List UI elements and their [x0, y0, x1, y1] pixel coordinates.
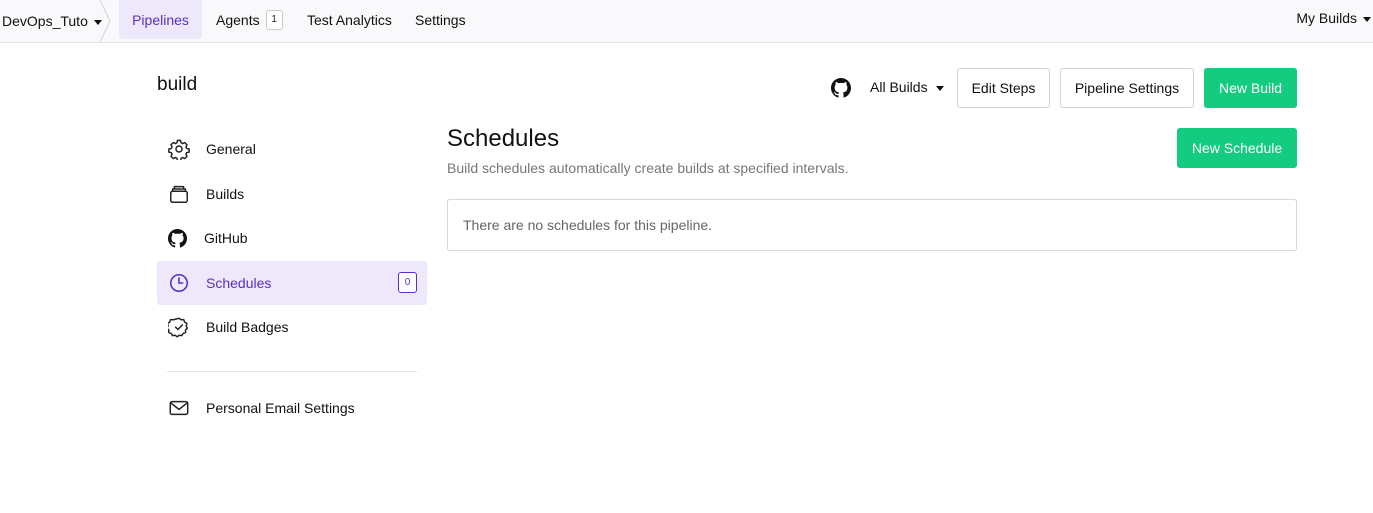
pipeline-settings-button[interactable]: Pipeline Settings — [1060, 68, 1194, 108]
edit-steps-button[interactable]: Edit Steps — [957, 68, 1050, 108]
empty-state-message: There are no schedules for this pipeline… — [463, 217, 713, 233]
my-builds-dropdown[interactable]: My Builds — [1296, 0, 1371, 36]
nav-tab-label: Test Analytics — [307, 11, 392, 28]
org-name: DevOps_Tuto — [2, 13, 88, 29]
builds-stack-icon — [170, 185, 188, 203]
sidebar-divider — [167, 371, 417, 372]
github-icon — [168, 229, 187, 248]
sidebar-item-label: Personal Email Settings — [206, 400, 355, 416]
clock-icon — [169, 273, 189, 293]
sidebar-item-schedules[interactable]: Schedules 0 — [157, 261, 427, 305]
nav-tab-label: Settings — [415, 11, 466, 28]
nav-tab-pipelines[interactable]: Pipelines — [119, 0, 202, 39]
sidebar-item-label: General — [206, 141, 256, 157]
sidebar-item-label: GitHub — [204, 230, 248, 246]
pipeline-title: build — [157, 74, 198, 95]
sidebar-item-general[interactable]: General — [157, 127, 427, 171]
nav-tab-test-analytics[interactable]: Test Analytics — [307, 0, 392, 39]
chevron-down-icon — [1363, 16, 1371, 22]
sidebar-item-label: Schedules — [206, 275, 272, 291]
nav-tab-agents[interactable]: Agents 1 — [216, 0, 283, 39]
sidebar-item-build-badges[interactable]: Build Badges — [157, 305, 427, 349]
new-build-button[interactable]: New Build — [1204, 68, 1297, 108]
nav-tab-settings[interactable]: Settings — [415, 0, 466, 39]
org-switcher[interactable]: DevOps_Tuto — [2, 0, 102, 42]
github-icon[interactable] — [831, 78, 851, 98]
agents-count-badge: 1 — [265, 9, 283, 30]
page-title: Schedules — [447, 125, 560, 152]
sidebar-item-label: Builds — [206, 186, 245, 202]
envelope-icon — [169, 400, 189, 416]
sidebar-item-builds[interactable]: Builds — [157, 172, 427, 216]
gear-icon — [168, 139, 190, 160]
new-schedule-button[interactable]: New Schedule — [1177, 128, 1297, 168]
all-builds-filter-dropdown[interactable]: All Builds — [870, 69, 944, 105]
nav-tab-label: Pipelines — [132, 11, 189, 28]
page-description: Build schedules automatically create bui… — [447, 160, 849, 176]
chevron-down-icon — [935, 85, 944, 91]
my-builds-label: My Builds — [1296, 10, 1357, 26]
sidebar-item-personal-email-settings[interactable]: Personal Email Settings — [157, 386, 427, 430]
breadcrumb-separator-icon — [99, 0, 111, 42]
schedules-count-badge: 0 — [398, 272, 417, 293]
all-builds-label: All Builds — [870, 79, 928, 95]
top-navigation-bar: DevOps_Tuto Pipelines Agents 1 Test Anal… — [0, 0, 1373, 43]
sidebar-item-github[interactable]: GitHub — [157, 216, 427, 260]
sidebar-item-label: Build Badges — [206, 319, 289, 335]
badge-check-icon — [168, 317, 188, 338]
nav-tab-label: Agents — [216, 11, 260, 28]
empty-schedules-panel: There are no schedules for this pipeline… — [447, 199, 1297, 251]
